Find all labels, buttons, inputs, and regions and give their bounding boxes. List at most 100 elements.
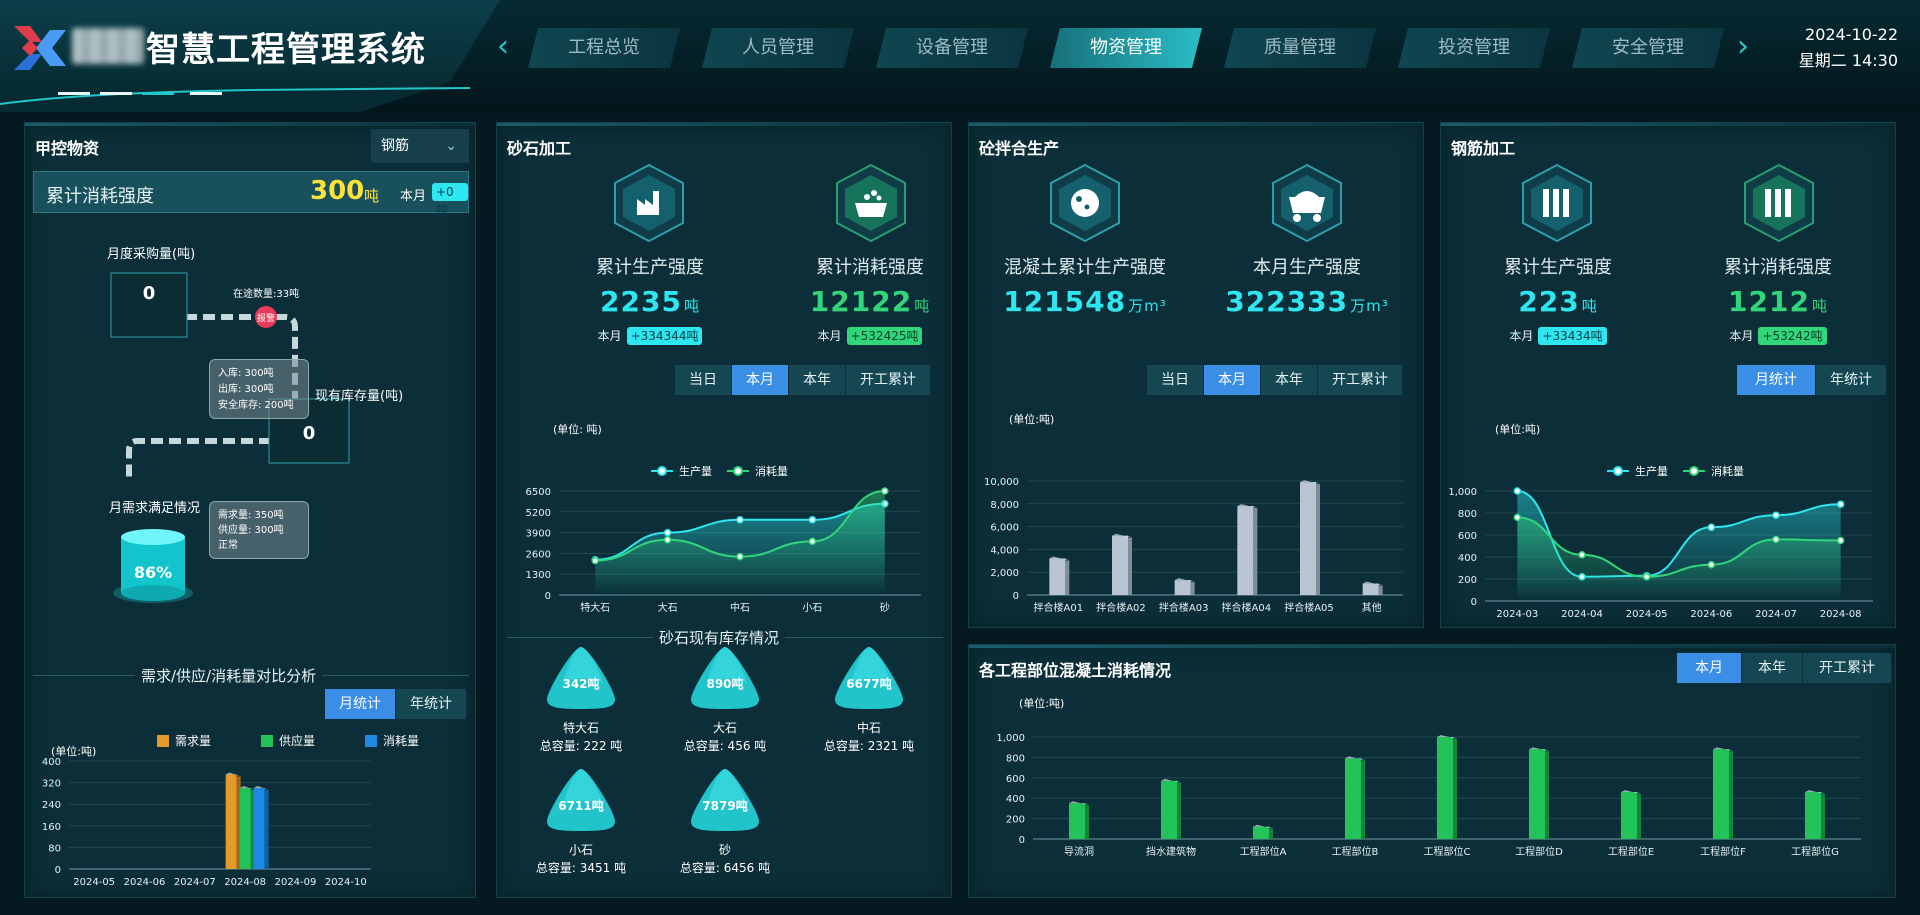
safety-stock: 安全库存: 200吨 — [218, 400, 294, 411]
y-tick-label: 4,000 — [990, 545, 1019, 556]
x-tick-label: 导流洞 — [1064, 845, 1094, 858]
tab-year[interactable]: 本年 — [1742, 653, 1803, 683]
stat2-pill: +532425吨 — [846, 327, 923, 345]
pile-name: 砂 — [718, 843, 731, 857]
tab-yearly[interactable]: 年统计 — [1816, 365, 1887, 395]
x-tick-label: 大石 — [658, 601, 678, 614]
data-point — [1642, 573, 1651, 581]
pile-name: 特大石 — [562, 721, 599, 735]
month-label: 本月 — [400, 189, 427, 204]
y-tick-label: 2600 — [526, 549, 551, 560]
stat2-unit: 吨 — [914, 297, 931, 315]
tab-today[interactable]: 当日 — [1147, 365, 1204, 395]
data-point — [1772, 511, 1780, 519]
legend-swatch — [261, 735, 273, 747]
tab-year[interactable]: 本年 — [1261, 365, 1318, 395]
panel-title: 砂石加工 — [507, 139, 572, 158]
bar — [1253, 826, 1269, 839]
nav-prev-icon[interactable]: ‹ — [488, 26, 518, 70]
nav-tab-2[interactable]: 设备管理 — [876, 28, 1028, 68]
nav-next-icon[interactable]: › — [1728, 26, 1758, 70]
bar — [1069, 803, 1085, 839]
tab-month[interactable]: 本月 — [732, 365, 789, 395]
nav-tab-0[interactable]: 工程总览 — [528, 28, 680, 68]
stat1-unit: 万m³ — [1128, 297, 1167, 315]
y-tick-label: 2,000 — [990, 568, 1019, 579]
bar — [1049, 558, 1066, 595]
stat1-unit: 吨 — [1581, 297, 1598, 315]
purchase-value: 0 — [142, 283, 156, 304]
pile-amount: 6677吨 — [846, 677, 892, 691]
nav-tab-1[interactable]: 人员管理 — [702, 28, 854, 68]
stat1-pill: +334344吨 — [626, 327, 703, 345]
y-tick-label: 600 — [1458, 531, 1477, 542]
material-select-value: 钢筋 — [381, 138, 409, 154]
stat1-pill: +33434吨 — [1538, 327, 1607, 345]
y-tick-label: 200 — [1006, 815, 1025, 826]
demand-status: 正常 — [218, 540, 238, 551]
x-tick-label: 工程部位F — [1700, 845, 1746, 858]
stat2-value: 12122 — [809, 285, 913, 318]
tab-cumulative[interactable]: 开工累计 — [1803, 653, 1892, 683]
panel-title: 甲控物资 — [35, 139, 100, 158]
demand-tooltip: 需求量: 350吨 供应量: 300吨 正常 — [209, 501, 309, 559]
tab-month[interactable]: 本月 — [1677, 653, 1742, 683]
y-tick-label: 0 — [1471, 597, 1477, 608]
stat2-value: 322333 — [1225, 285, 1349, 318]
pile-amount: 6711吨 — [558, 799, 604, 813]
header-bar: 智慧工程管理系统 ‹ 工程总览 人员管理 设备管理 物资管理 质量管理 投资管理 安全管理 … — [0, 0, 1920, 112]
period-tabs: 当日 本月 本年 开工累计 — [675, 365, 931, 395]
demand-label: 月需求满足情况 — [109, 501, 201, 516]
data-point — [1513, 513, 1522, 522]
bar — [1300, 482, 1316, 595]
x-tick-label: 工程部位E — [1608, 845, 1654, 858]
y-tick-label: 0 — [1013, 591, 1019, 602]
tab-today[interactable]: 当日 — [675, 365, 732, 395]
date-text: 2024-10-22 — [1805, 25, 1898, 44]
bar — [1529, 749, 1545, 839]
cum-unit: 吨 — [364, 187, 380, 205]
stat2-month: 本月 — [817, 329, 842, 343]
tab-monthly[interactable]: 月统计 — [1737, 365, 1816, 395]
x-tick-label: 2024-03 — [1496, 609, 1538, 620]
legend-marker — [1689, 466, 1699, 476]
tab-cumulative[interactable]: 开工累计 — [846, 365, 931, 395]
system-title: 智慧工程管理系统 — [146, 30, 426, 70]
period-tabs: 当日 本月 本年 开工累计 — [1147, 365, 1403, 395]
tab-year[interactable]: 本年 — [789, 365, 846, 395]
x-tick-label: 其他 — [1362, 601, 1382, 614]
data-point — [663, 528, 672, 537]
stat2-unit: 万m³ — [1350, 297, 1389, 315]
material-select[interactable]: 钢筋 ⌄ — [371, 129, 469, 163]
sand-pile: 7879吨 砂 总容量: 6456 吨 — [680, 765, 770, 885]
bar-side — [1316, 484, 1320, 595]
x-tick-label: 2024-08 — [224, 877, 266, 888]
nav-tab-5[interactable]: 投资管理 — [1398, 28, 1550, 68]
nav-tab-4[interactable]: 质量管理 — [1224, 28, 1376, 68]
data-point — [1836, 500, 1845, 508]
period-tabs: 月统计 年统计 — [1737, 365, 1887, 395]
tab-month[interactable]: 本月 — [1204, 365, 1261, 395]
legend-label: 供应量 — [279, 733, 315, 748]
stat2-label: 累计消耗强度 — [816, 257, 924, 278]
stat1-value-row: 2235 吨 — [545, 285, 755, 318]
y-tick-label: 80 — [48, 843, 61, 854]
x-tick-label: 拌合楼A03 — [1159, 601, 1209, 614]
x-tick-label: 2024-06 — [124, 877, 166, 888]
legend-label: 消耗量 — [755, 464, 788, 478]
data-point — [1707, 560, 1716, 569]
analysis-tabs: 月统计 年统计 — [325, 689, 467, 719]
bar-side — [1128, 537, 1132, 595]
x-tick-label: 2024-05 — [1626, 609, 1668, 620]
sand-pile: 342吨 特大石 总容量: 222 吨 — [537, 643, 625, 763]
stat2-value-row: 1212 吨 — [1673, 285, 1883, 318]
nav-tab-3[interactable]: 物资管理 — [1050, 28, 1202, 68]
nav-tab-6[interactable]: 安全管理 — [1572, 28, 1724, 68]
sand-pile: 6677吨 中石 总容量: 2321 吨 — [824, 643, 914, 763]
tab-monthly[interactable]: 月统计 — [325, 689, 396, 719]
bar — [1237, 506, 1254, 595]
bar — [1621, 792, 1637, 839]
tab-cumulative[interactable]: 开工累计 — [1318, 365, 1403, 395]
stat2-month-row: 本月 +532425吨 — [765, 325, 975, 345]
tab-yearly[interactable]: 年统计 — [396, 689, 467, 719]
